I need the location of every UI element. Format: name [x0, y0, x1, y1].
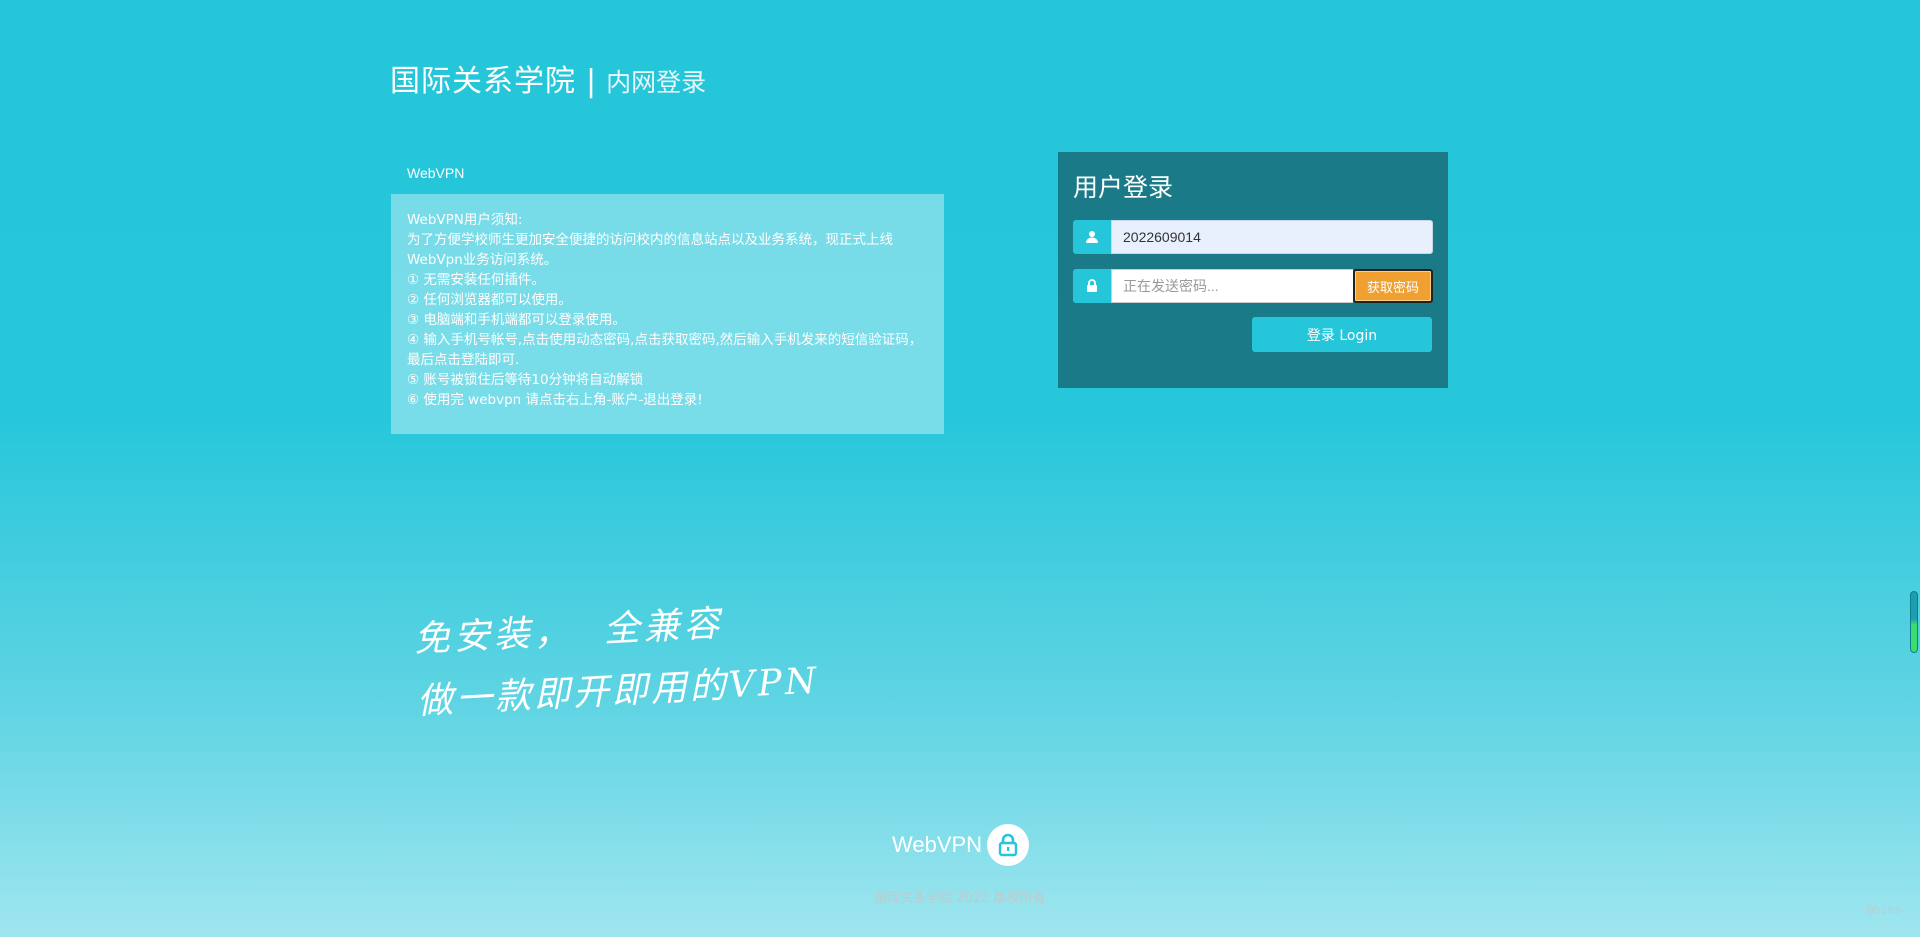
- scroll-widget[interactable]: [1910, 591, 1918, 653]
- notice-line: WebVPN用户须知:: [407, 212, 523, 228]
- notice-line: ③ 电脑端和手机端都可以登录使用。: [407, 312, 626, 328]
- password-row: 获取密码: [1073, 269, 1433, 303]
- slogan-line1: 免安装， 全兼容: [412, 590, 817, 663]
- notice-line: ④ 输入手机号帐号,点击使用动态密码,点击获取密码,然后输入手机发来的短信验证码…: [407, 332, 923, 368]
- notice-line: ⑥ 使用完 webvpn 请点击右上角-账户-退出登录!: [407, 392, 703, 408]
- user-icon: [1073, 220, 1111, 254]
- footer-logo-text: WebVPN: [892, 832, 983, 857]
- footer-logo: WebVPN: [892, 824, 1030, 866]
- password-input[interactable]: [1111, 269, 1353, 303]
- slogan: 免安装， 全兼容 做一款即开即用的VPN: [412, 590, 821, 725]
- lock-icon: [1073, 269, 1111, 303]
- school-name: 国际关系学院: [390, 64, 576, 99]
- login-button[interactable]: 登录 Login: [1252, 317, 1432, 352]
- slogan-line2: 做一款即开即用的VPN: [416, 660, 821, 723]
- notice-line: ① 无需安装任何插件。: [407, 272, 545, 288]
- login-panel: 用户登录 获取密码 登录 Login: [1058, 152, 1448, 388]
- username-row: [1073, 220, 1433, 254]
- header-separator: |: [586, 64, 597, 99]
- notice-title: WebVPN: [407, 165, 465, 181]
- notice-line: ⑤ 账号被锁住后等待10分钟将自动解锁: [407, 372, 644, 388]
- get-code-button[interactable]: 获取密码: [1353, 269, 1433, 303]
- slogan-part1: 免安装，: [412, 611, 575, 661]
- header-subtitle: 内网登录: [606, 68, 707, 97]
- credit-text: @hins: [1865, 903, 1902, 917]
- copyright-text: 国际关系学院 2022 版权所有: [874, 891, 1046, 906]
- lock-icon: [987, 824, 1030, 866]
- username-input[interactable]: [1111, 220, 1433, 254]
- notice-line: ② 任何浏览器都可以使用。: [407, 292, 572, 308]
- notice-body: WebVPN用户须知: 为了方便学校师生更加安全便捷的访问校内的信息站点以及业务…: [391, 194, 944, 434]
- page-header: 国际关系学院 | 内网登录: [390, 56, 706, 100]
- notice-panel: WebVPN WebVPN用户须知: 为了方便学校师生更加安全便捷的访问校内的信…: [391, 152, 944, 434]
- notice-line: 为了方便学校师生更加安全便捷的访问校内的信息站点以及业务系统，现正式上线WebV…: [407, 232, 893, 268]
- login-title: 用户登录: [1073, 173, 1174, 202]
- slogan-part2: 全兼容: [602, 603, 725, 651]
